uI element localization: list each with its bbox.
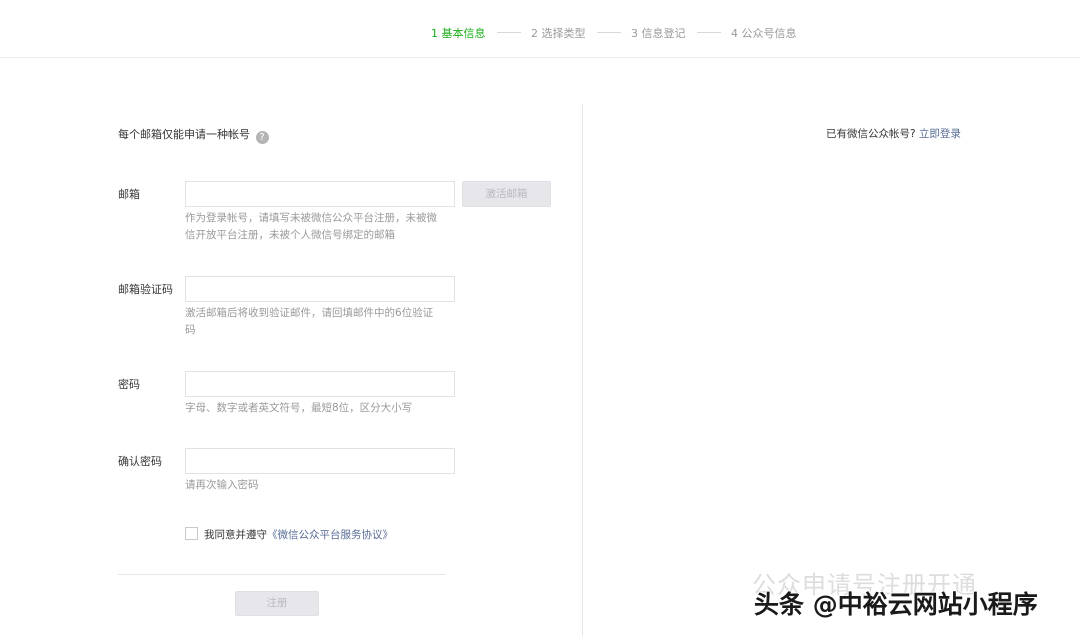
watermark-text: 头条 @中裕云网站小程序 <box>754 590 1038 619</box>
register-button[interactable]: 注册 <box>235 591 319 616</box>
step-account-info: 4 公众号信息 <box>731 27 797 40</box>
confirm-password-label: 确认密码 <box>118 455 162 468</box>
email-hint: 作为登录帐号，请填写未被微信公众平台注册，未被微信开放平台注册，未被个人微信号绑… <box>185 212 437 241</box>
password-hint: 字母、数字或者英文符号，最短8位，区分大小写 <box>185 402 413 414</box>
email-notice-text: 每个邮箱仅能申请一种帐号 <box>118 128 250 141</box>
password-field[interactable] <box>185 371 455 397</box>
agreement-row: 我同意并遵守《微信公众平台服务协议》 <box>185 527 393 542</box>
email-field[interactable] <box>185 181 455 207</box>
activate-email-button[interactable]: 激活邮箱 <box>462 181 551 207</box>
email-label: 邮箱 <box>118 188 140 201</box>
column-divider <box>582 104 583 636</box>
agreement-text: 我同意并遵守 <box>204 529 267 541</box>
question-circle-icon[interactable]: ? <box>255 131 269 144</box>
email-notice: 每个邮箱仅能申请一种帐号 ? <box>118 126 269 144</box>
existing-account-prompt: 已有微信公众帐号? 立即登录 <box>826 126 961 141</box>
verification-code-label: 邮箱验证码 <box>118 283 173 296</box>
password-label: 密码 <box>118 378 140 391</box>
form-divider <box>118 574 446 575</box>
step-indicator: 1 基本信息 2 选择类型 3 信息登记 4 公众号信息 <box>0 0 1080 58</box>
agreement-checkbox[interactable] <box>185 527 198 540</box>
step-select-type: 2 选择类型 <box>531 27 586 40</box>
confirm-password-hint: 请再次输入密码 <box>185 479 259 491</box>
confirm-password-field[interactable] <box>185 448 455 474</box>
step-separator <box>497 32 521 33</box>
step-separator <box>697 32 721 33</box>
step-basic-info: 1 基本信息 <box>431 27 486 40</box>
verification-code-hint: 激活邮箱后将收到验证邮件，请回填邮件中的6位验证码 <box>185 307 434 336</box>
verification-code-field[interactable] <box>185 276 455 302</box>
step-separator <box>597 32 621 33</box>
service-agreement-link[interactable]: 《微信公众平台服务协议》 <box>267 529 393 541</box>
step-info-register: 3 信息登记 <box>631 27 686 40</box>
existing-account-text: 已有微信公众帐号? <box>826 128 916 140</box>
login-link[interactable]: 立即登录 <box>919 128 961 140</box>
